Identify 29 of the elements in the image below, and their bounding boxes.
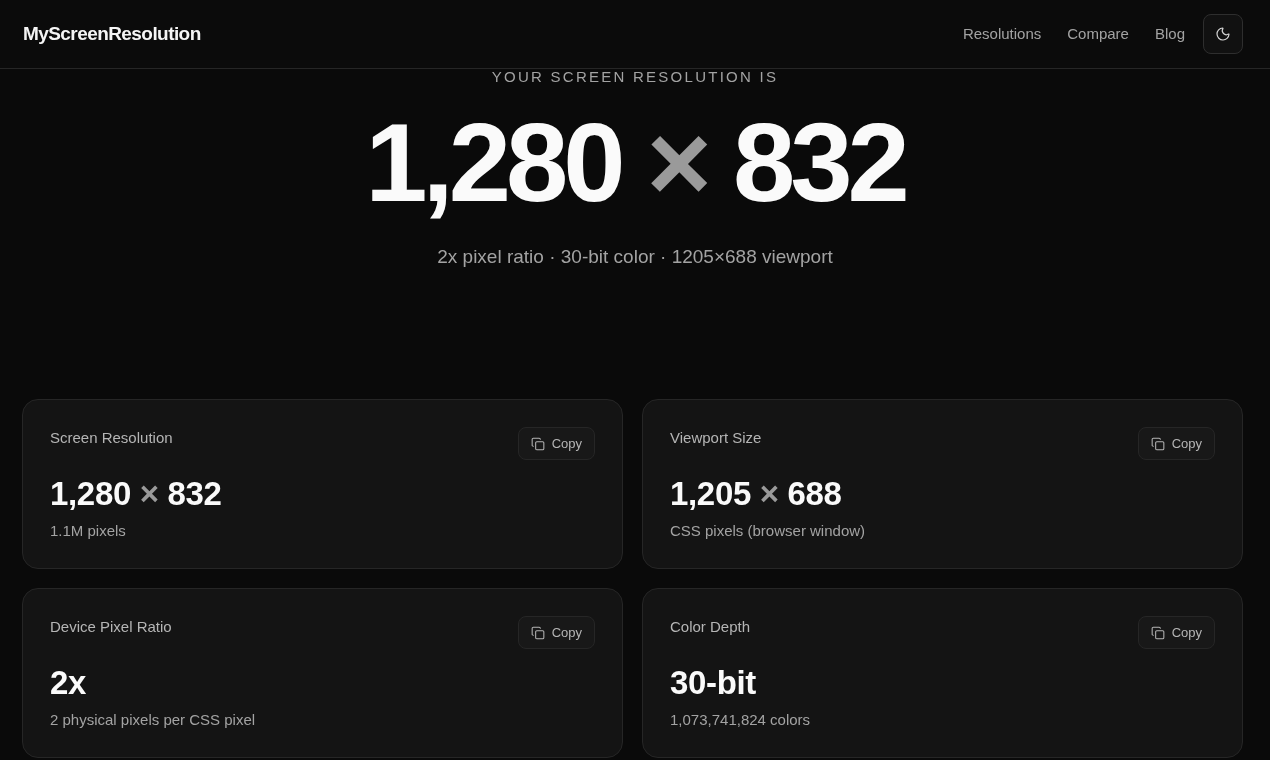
- copy-button[interactable]: Copy: [1137, 616, 1215, 649]
- card-caption: CSS pixels (browser window): [670, 521, 867, 541]
- copy-icon: [1150, 436, 1165, 451]
- nav-link[interactable]: Compare: [1067, 22, 1129, 46]
- card-label: Viewport Size: [670, 428, 762, 448]
- card-caption: 1.1M pixels: [50, 521, 127, 541]
- site-logo[interactable]: MyScreenResolution: [23, 19, 201, 49]
- resolution-heading: YOUR SCREEN RESOLUTION IS: [491, 69, 779, 85]
- copy-icon: [1150, 625, 1165, 640]
- card-value: 1,205 × 688: [670, 474, 843, 514]
- card-value: 1,280 × 832: [50, 474, 223, 514]
- copy-icon: [530, 436, 545, 451]
- copy-icon: [530, 625, 545, 640]
- copy-button[interactable]: Copy: [517, 616, 595, 649]
- card-label: Color Depth: [670, 617, 751, 637]
- card-caption: 2 physical pixels per CSS pixel: [50, 710, 257, 730]
- card-value: 30-bit: [670, 663, 758, 703]
- resolution-value: 1,280 × 832: [365, 107, 905, 219]
- copy-button[interactable]: Copy: [517, 427, 595, 460]
- card-label: Screen Resolution: [50, 428, 173, 448]
- theme-toggle-button[interactable]: [1203, 14, 1243, 54]
- nav-link[interactable]: Resolutions: [962, 22, 1042, 46]
- moon-icon: [1215, 26, 1231, 42]
- resolution-summary: 2x pixel ratio · 30-bit color · 1205×688 viewport: [437, 245, 833, 269]
- card-caption: 1,073,741,824 colors: [670, 710, 812, 730]
- copy-button[interactable]: Copy: [1137, 427, 1215, 460]
- card-value: 2x: [50, 663, 88, 703]
- card-label: Device Pixel Ratio: [50, 617, 172, 637]
- nav-link[interactable]: Blog: [1154, 22, 1185, 46]
